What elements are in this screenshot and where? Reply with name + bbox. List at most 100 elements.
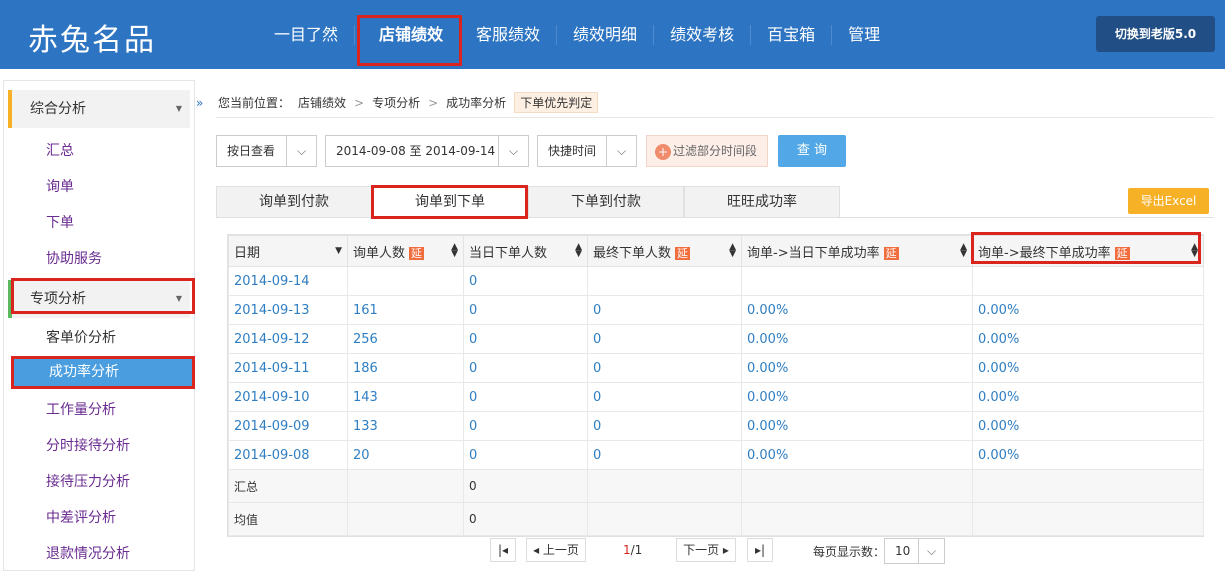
main-nav: 一目了然 店铺绩效 客服绩效 绩效明细 绩效考核 百宝箱 管理 [258,0,896,69]
tab-wangwang-success[interactable]: 旺旺成功率 [684,186,840,217]
sort-down-icon[interactable]: ▼ [335,247,342,256]
nav-highlight-box [357,15,462,66]
extended-badge: 延 [409,246,425,260]
logo: 赤兔名品 [28,23,156,58]
sidebar-item-assist[interactable]: 协助服务 [46,248,102,268]
extended-badge: 延 [675,246,691,260]
sidebar-group-label: 综合分析 [30,101,86,117]
breadcrumb-item[interactable]: 店铺绩效 [298,94,346,111]
breadcrumb-item[interactable]: 专项分析 [372,94,420,111]
sidebar-item-pressure[interactable]: 接待压力分析 [46,471,130,491]
sidebar-item-bad-review[interactable]: 中差评分析 [46,507,116,527]
chevron-down-icon: ⌵ [918,539,944,563]
table-cell: 161 [347,295,464,325]
nav-manage[interactable]: 管理 [832,25,896,45]
query-button[interactable]: 查 询 [778,135,846,167]
column-label: 当日下单人数 [469,245,548,261]
sidebar-item-success-rate[interactable]: 成功率分析 [11,356,195,389]
table-cell: 2014-09-09 [228,411,348,441]
sort-icon[interactable]: ▲ ▼ [960,243,967,259]
sidebar-item-summary[interactable]: 汇总 [46,140,74,160]
table-cell: 0.00% [741,295,973,325]
table-cell: 0 [463,295,588,325]
top-header: 赤兔名品 一目了然 店铺绩效 客服绩效 绩效明细 绩效考核 百宝箱 管理 切换到老版5.0 [0,0,1225,69]
judge-mode-tag: 下单优先判定 [514,92,599,113]
first-page-button[interactable]: |◂ [490,538,516,562]
collapse-sidebar-icon[interactable]: » [196,96,203,110]
table-cell: 2014-09-14 [228,266,348,296]
quick-time-select[interactable]: 快捷时间 ⌵ [537,135,637,167]
summary-cell [741,502,973,536]
chevron-down-icon: ⌵ [498,136,528,166]
table-cell: 0.00% [741,353,973,383]
summary-row: 均值 0 [228,502,1204,536]
date-range-select[interactable]: 2014-09-08 至 2014-09-14 ⌵ [325,135,529,167]
prev-page-button[interactable]: ◂ 上一页 [526,538,586,562]
chevron-down-icon: ⌵ [286,136,316,166]
table-cell: 2014-09-12 [228,324,348,354]
table-cell: 0 [463,440,588,470]
sort-icon[interactable]: ▲ ▼ [451,243,458,259]
summary-cell [347,469,464,503]
tab-order-to-payment[interactable]: 下单到付款 [528,186,684,217]
group-accent-bar [8,90,12,128]
breadcrumb-item[interactable]: 成功率分析 [446,94,506,111]
sidebar-item-order[interactable]: 下单 [46,212,74,232]
table-cell: 0.00% [972,295,1204,325]
sidebar-item-unit-price[interactable]: 客单价分析 [46,327,116,347]
nav-assessment[interactable]: 绩效考核 [654,24,752,45]
summary-cell: 0 [463,469,588,503]
summary-row: 汇总 0 [228,469,1204,503]
column-label: 询单人数 [353,245,406,261]
summary-cell [347,502,464,536]
table-cell: 0 [463,411,588,441]
table-row: 2014-09-09 133 0 0 0.00% 0.00% [228,411,1204,441]
nav-performance-detail[interactable]: 绩效明细 [557,24,655,45]
tab-inquiry-to-payment[interactable]: 询单到付款 [216,186,372,217]
switch-old-version-button[interactable]: 切换到老版5.0 [1096,16,1215,52]
next-page-button[interactable]: 下一页 ▸ [676,538,736,562]
column-label: 日期 [234,245,261,261]
table-cell: 133 [347,411,464,441]
highlight-box [971,232,1201,264]
sidebar-item-workload[interactable]: 工作量分析 [46,399,116,419]
table-cell: 0 [463,266,588,296]
breadcrumb-prefix: 您当前位置： [218,96,291,110]
nav-toolbox[interactable]: 百宝箱 [751,24,833,45]
export-excel-button[interactable]: 导出Excel [1128,188,1209,214]
sidebar-item-inquiry[interactable]: 询单 [46,176,74,196]
last-page-button[interactable]: ▸| [747,538,773,562]
sidebar-group-overview[interactable]: 综合分析 ▼ [8,90,190,128]
column-header[interactable]: 最终下单人数延 ▲ ▼ [587,235,742,267]
table-cell [347,266,464,296]
page-indicator: 1/1 [623,543,642,557]
table-cell: 0.00% [972,324,1204,354]
column-header[interactable]: 询单人数延 ▲ ▼ [347,235,464,267]
view-mode-value: 按日查看 [227,144,276,158]
summary-cell [972,502,1204,536]
view-mode-select[interactable]: 按日查看 ⌵ [216,135,317,167]
highlight-box [11,278,195,314]
sidebar-item-refund[interactable]: 退款情况分析 [46,543,130,563]
table-cell: 0 [463,382,588,412]
summary-cell [741,469,973,503]
nav-overview[interactable]: 一目了然 [258,24,356,45]
table-row: 2014-09-08 20 0 0 0.00% 0.00% [228,440,1204,470]
table-cell: 0.00% [741,324,973,354]
sort-icon[interactable]: ▲ ▼ [729,243,736,259]
nav-cs-performance[interactable]: 客服绩效 [460,24,558,45]
table-cell: 0.00% [741,440,973,470]
sidebar-item-hourly[interactable]: 分时接待分析 [46,435,130,455]
column-header[interactable]: 当日下单人数 ▲ ▼ [463,235,588,267]
table-row: 2014-09-11 186 0 0 0.00% 0.00% [228,353,1204,383]
table-cell: 2014-09-10 [228,382,348,412]
column-header[interactable]: 日期 ▼ [228,235,348,267]
sort-icon[interactable]: ▲ ▼ [575,243,582,259]
filter-time-period-button[interactable]: + 过滤部分时间段 [646,135,768,167]
column-header[interactable]: 询单->当日下单成功率延 ▲ ▼ [741,235,973,267]
chevron-right-icon: > [354,95,365,110]
table-cell: 186 [347,353,464,383]
page-size-select[interactable]: 10 ⌵ [884,538,945,564]
tab-bar: 询单到付款 询单到下单 下单到付款 旺旺成功率 [216,186,840,217]
quick-time-value: 快捷时间 [548,144,597,158]
